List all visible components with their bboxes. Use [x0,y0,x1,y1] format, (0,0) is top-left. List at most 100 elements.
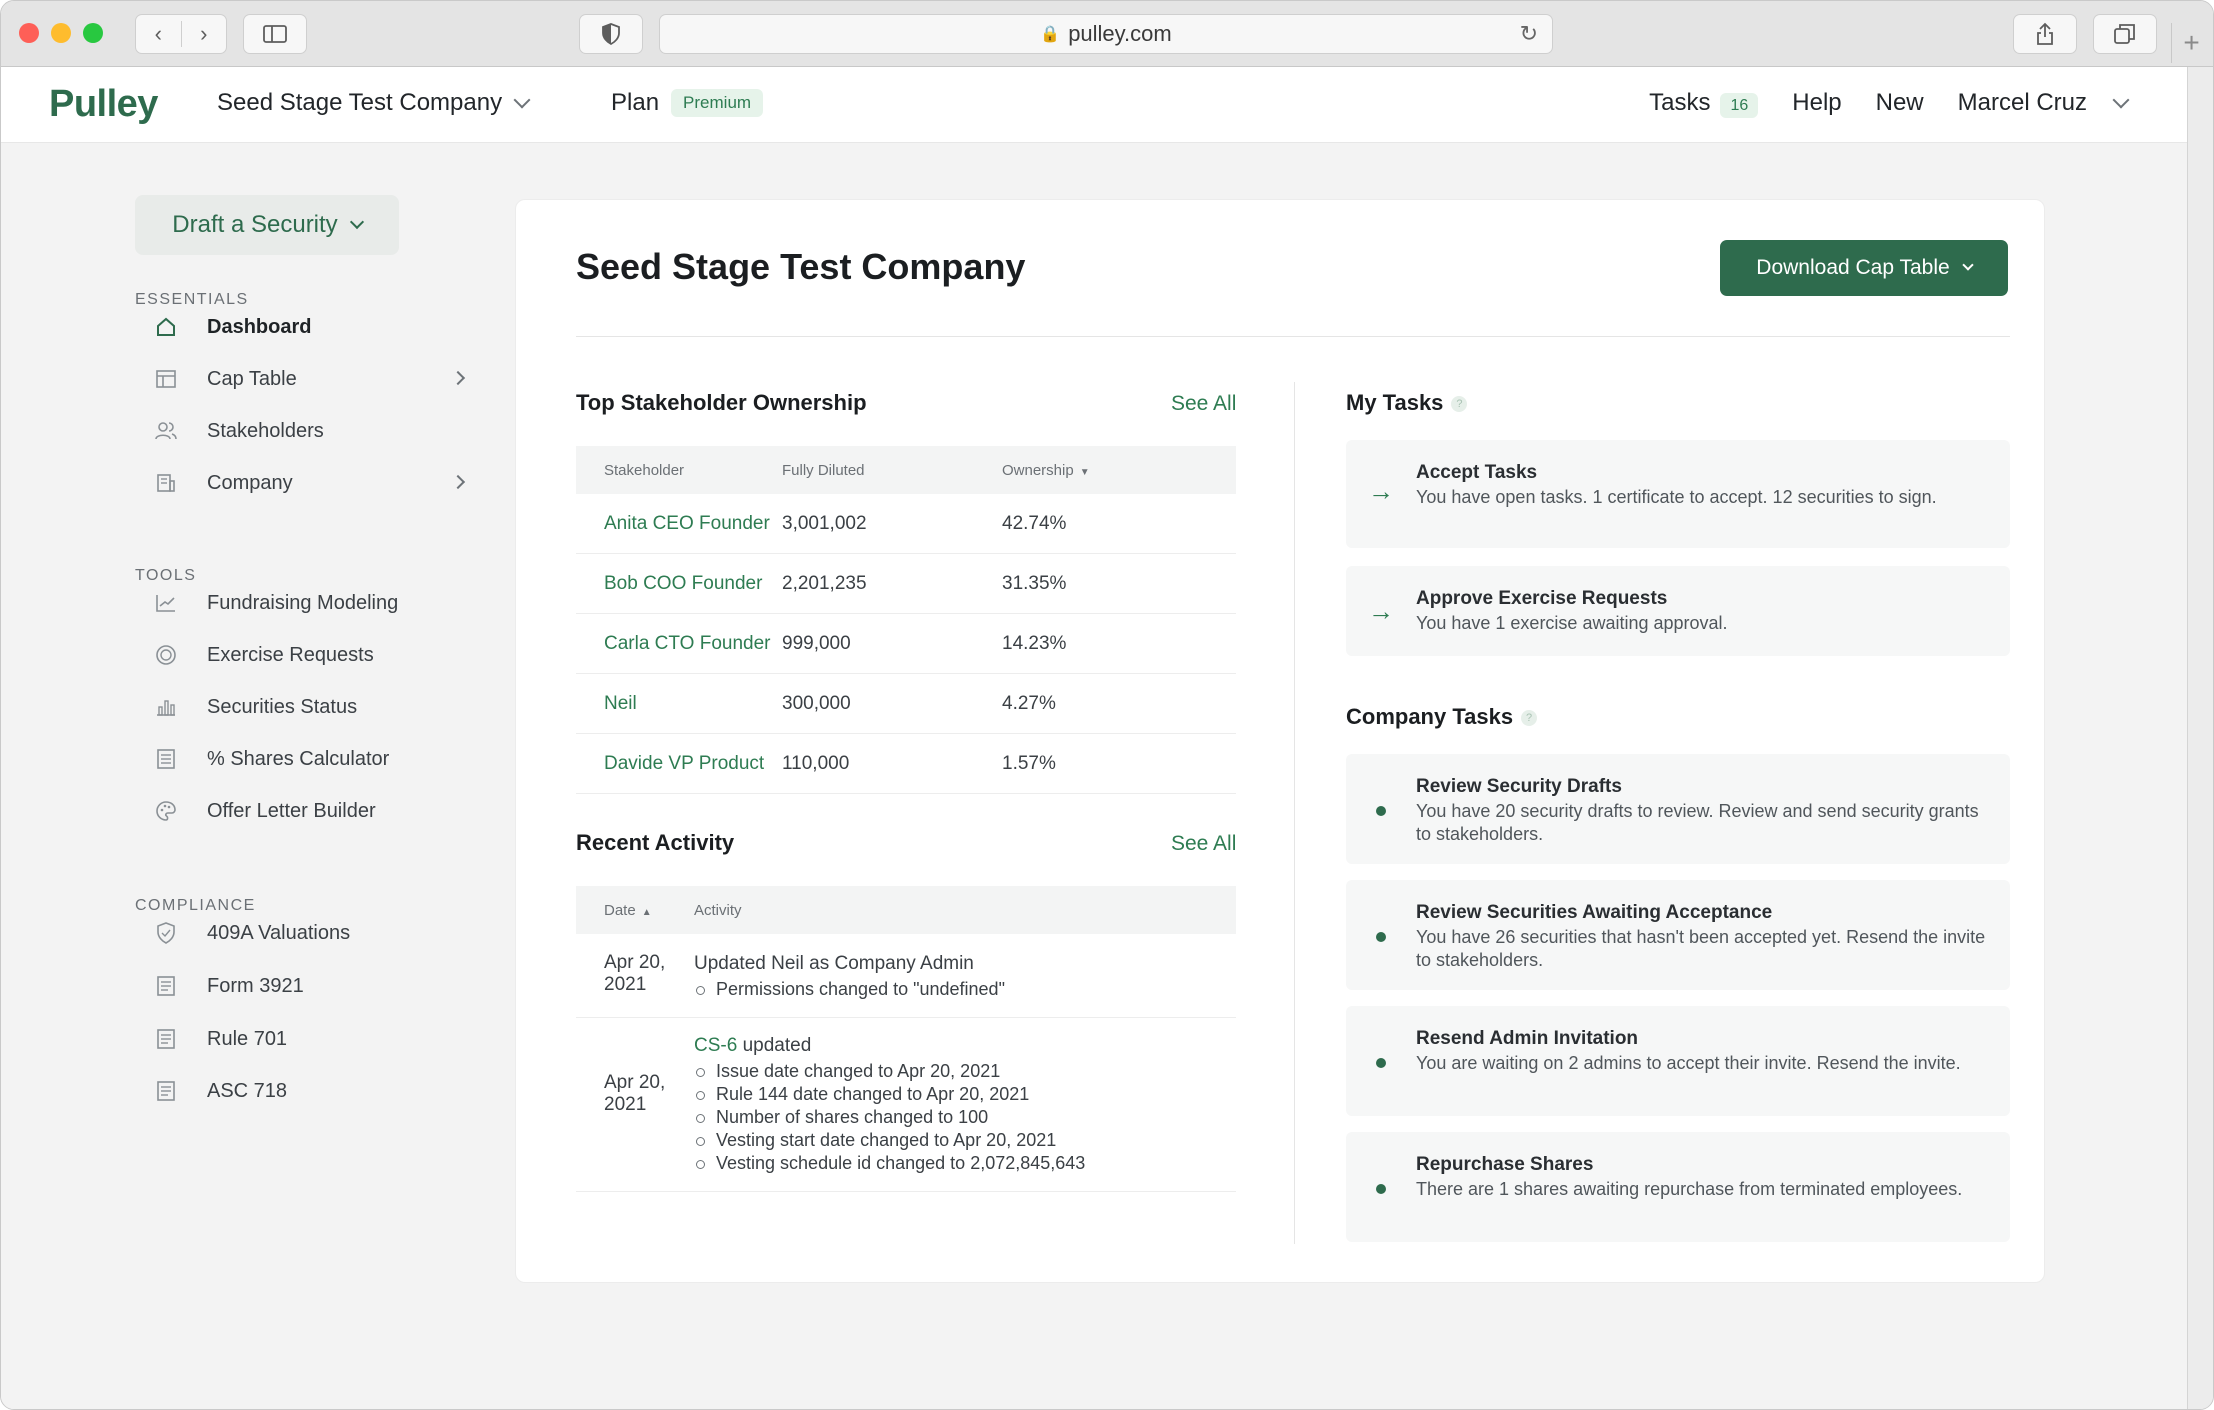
minimize-window-button[interactable] [51,23,71,43]
task-title: Approve Exercise Requests [1416,588,1668,609]
ownership-value: 42.74% [1002,512,1067,534]
activity-body: Updated Neil as Company Admin Permission… [694,952,1236,1001]
task-description: You have 26 securities that hasn't been … [1416,927,1986,970]
coin-icon [151,640,181,670]
sidebar-item-securities-status[interactable]: Securities Status [151,687,471,727]
task-title: Repurchase Shares [1416,1154,1594,1175]
my-tasks-heading-text: My Tasks [1346,390,1444,415]
activity-detail: Number of shares changed to 100 [694,1106,1236,1129]
activity-detail: Permissions changed to "undefined" [694,978,1236,1001]
reload-icon[interactable]: ↻ [1520,21,1538,47]
bar-chart-icon [151,692,181,722]
task-card-accept-tasks[interactable]: → Accept Tasks You have open tasks. 1 ce… [1346,440,2010,548]
activity-date: Apr 20, 2021 [576,1034,694,1116]
sidebar-item-cap-table[interactable]: Cap Table [151,359,471,399]
url-text: pulley.com [1068,21,1172,46]
ownership-table: Stakeholder Fully Diluted Ownership ▼ Ani… [576,446,1236,794]
column-header-date[interactable]: Date ▲ [576,902,694,919]
sidebar-item-rule-701[interactable]: Rule 701 [151,1019,471,1059]
download-cap-table-button[interactable]: Download Cap Table [1720,240,2008,296]
building-icon [151,468,181,498]
ownership-see-all-link[interactable]: See All [1171,392,1236,416]
browser-toolbar: ‹ › 🔒 pulley.com ↻ + [1,1,2213,67]
task-description: You have 20 security drafts to review. R… [1416,801,1979,844]
user-menu[interactable]: Marcel Cruz [1958,89,2130,117]
activity-date-line: 2021 [604,974,647,995]
sidebar-item-409a-valuations[interactable]: 409A Valuations [151,913,471,953]
fully-diluted-value: 110,000 [782,752,850,774]
pulley-logo[interactable]: Pulley [49,83,158,126]
task-card-resend-admin-invitation[interactable]: Resend Admin Invitation You are waiting … [1346,1006,2010,1116]
sidebar-item-company[interactable]: Company [151,463,471,503]
chevron-down-icon [1962,259,1974,271]
task-card-review-security-drafts[interactable]: Review Security Drafts You have 20 secur… [1346,754,2010,864]
table-row: Apr 20, 2021 CS-6 updated Issue date cha… [576,1018,1236,1192]
ownership-value: 14.23% [1002,632,1067,654]
chevron-down-icon [349,214,364,230]
stakeholder-link[interactable]: Bob COO Founder [576,573,782,595]
sidebar-item-asc-718[interactable]: ASC 718 [151,1071,471,1111]
stakeholder-link[interactable]: Carla CTO Founder [576,633,782,655]
new-tab-icon[interactable]: + [2171,23,2211,63]
back-icon[interactable]: ‹ [136,21,181,47]
column-header-activity: Activity [694,901,742,919]
column-header-stakeholder[interactable]: Stakeholder [576,462,782,479]
sidebar-item-label: Securities Status [207,695,358,718]
sidebar-item-label: Offer Letter Builder [207,799,376,822]
sidebar-item-form-3921[interactable]: Form 3921 [151,966,471,1006]
sidebar-toggle-icon[interactable] [243,14,307,54]
security-link[interactable]: CS-6 [694,1035,737,1056]
table-row: Anita CEO Founder 3,001,002 42.74% [576,494,1236,554]
sidebar-item-fundraising-modeling[interactable]: Fundraising Modeling [151,583,471,623]
sidebar-item-label: Fundraising Modeling [207,591,399,614]
stakeholder-link[interactable]: Anita CEO Founder [576,513,782,535]
sidebar-item-offer-letter-builder[interactable]: Offer Letter Builder [151,791,471,831]
chevron-right-icon [450,474,466,490]
task-card-review-securities-awaiting[interactable]: Review Securities Awaiting Acceptance Yo… [1346,880,2010,990]
help-link[interactable]: Help [1792,89,1841,117]
sidebar-item-label: Rule 701 [207,1027,288,1050]
tasks-link[interactable]: Tasks 16 [1649,89,1759,118]
activity-date: Apr 20, 2021 [576,952,694,996]
privacy-shield-icon[interactable] [579,14,643,54]
sidebar-item-stakeholders[interactable]: Stakeholders [151,411,471,451]
task-card-repurchase-shares[interactable]: Repurchase Shares There are 1 shares awa… [1346,1132,2010,1242]
maximize-window-button[interactable] [83,23,103,43]
forward-icon[interactable]: › [180,21,227,47]
help-icon[interactable]: ? [1451,396,1468,413]
sidebar-item-dashboard[interactable]: Dashboard [151,307,471,347]
activity-text-suffix: updated [737,1035,812,1056]
activity-body: CS-6 updated Issue date changed to Apr 2… [694,1034,1236,1175]
address-bar[interactable]: 🔒 pulley.com ↻ [659,14,1553,54]
sort-ascending-icon: ▲ [641,906,652,918]
ownership-value: 1.57% [1002,752,1056,774]
status-dot-icon [1376,1184,1386,1194]
plan-indicator[interactable]: Plan Premium [611,89,764,117]
fully-diluted-value: 3,001,002 [782,512,867,534]
company-switcher[interactable]: Seed Stage Test Company [217,89,531,117]
column-header-ownership[interactable]: Ownership ▼ [1002,462,1236,479]
stakeholder-link[interactable]: Neil [576,693,782,715]
activity-detail: Vesting schedule id changed to 2,072,845… [694,1152,1236,1175]
column-header-fully-diluted[interactable]: Fully Diluted [782,462,1002,479]
sidebar-item-label: Exercise Requests [207,643,374,666]
status-dot-icon [1376,932,1386,942]
share-icon[interactable] [2013,14,2077,54]
sidebar-item-exercise-requests[interactable]: Exercise Requests [151,635,471,675]
draft-security-button[interactable]: Draft a Security [135,195,399,255]
help-icon[interactable]: ? [1521,710,1538,727]
task-description: You have open tasks. 1 certificate to ac… [1416,487,1937,507]
sidebar-item-label: Cap Table [207,367,297,390]
tab-overview-icon[interactable] [2093,14,2157,54]
activity-text: Updated Neil as Company Admin [694,953,974,974]
close-window-button[interactable] [19,23,39,43]
history-nav: ‹ › [135,14,227,54]
stakeholder-link[interactable]: Davide VP Product [576,753,782,775]
activity-see-all-link[interactable]: See All [1171,832,1236,856]
sidebar-item-shares-calculator[interactable]: % Shares Calculator [151,739,471,779]
task-card-approve-exercise[interactable]: → Approve Exercise Requests You have 1 e… [1346,566,2010,656]
new-link[interactable]: New [1876,89,1924,117]
people-icon [151,416,181,446]
sidebar-item-label: Company [207,471,293,494]
window-edge [2187,67,2213,1409]
